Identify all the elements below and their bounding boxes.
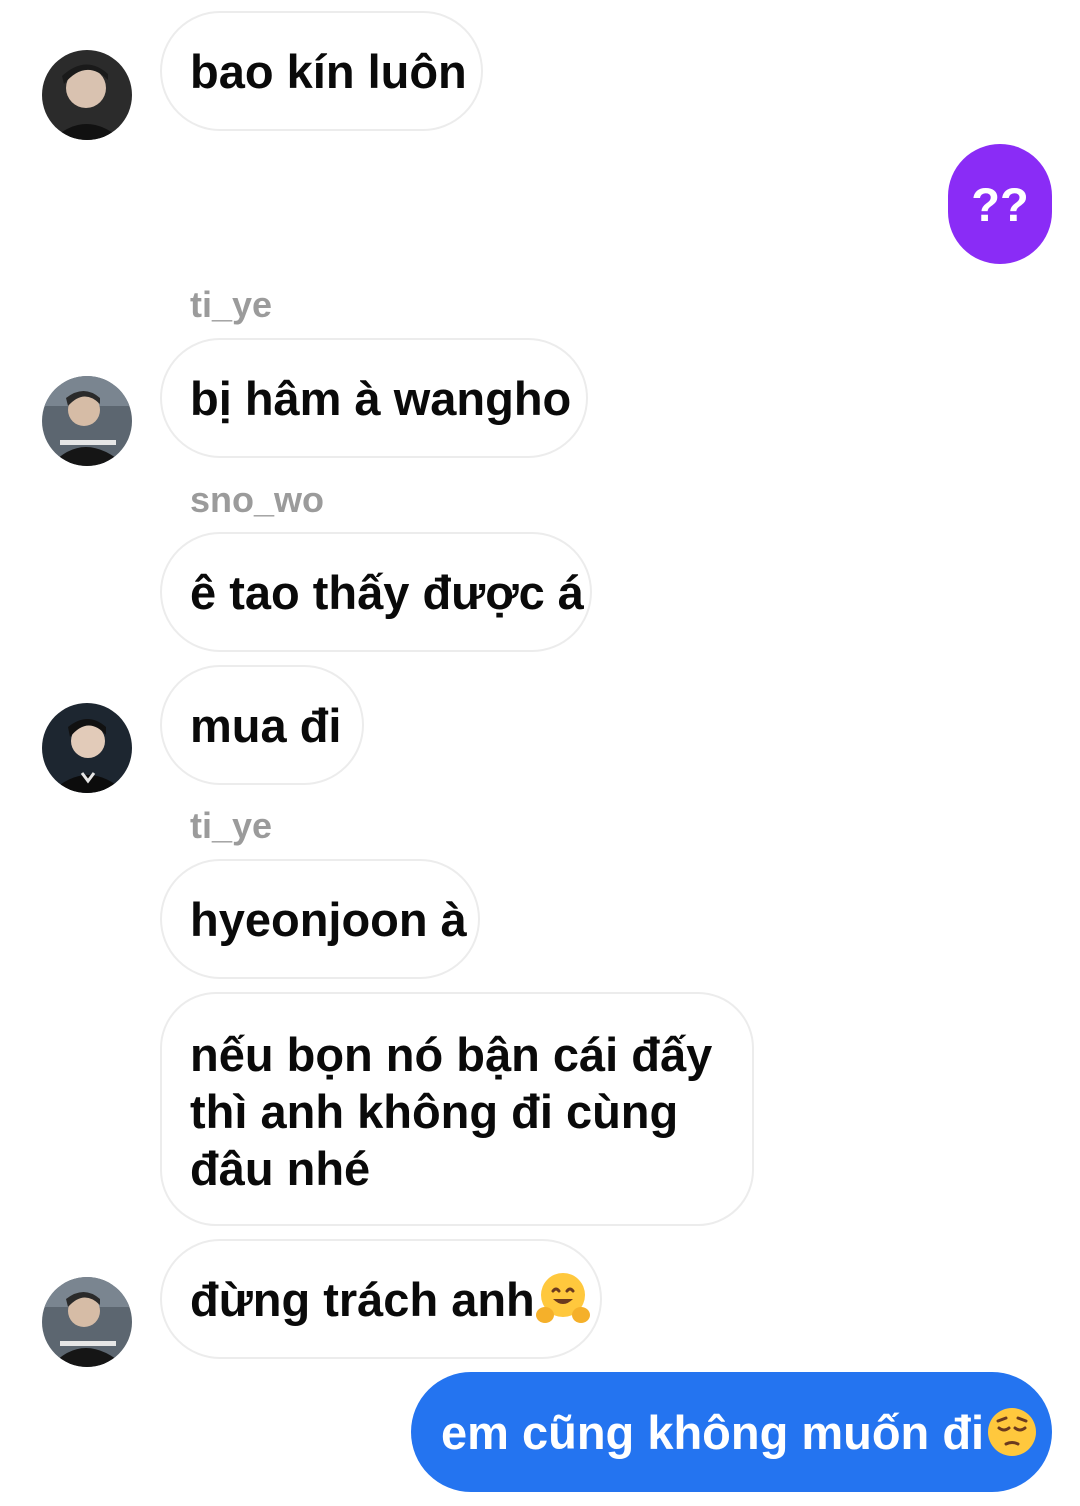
avatar[interactable] — [42, 376, 132, 466]
message-bubble[interactable]: hyeonjoon à — [160, 859, 480, 979]
message-text: bao kín luôn — [190, 44, 467, 98]
outgoing-message-bubble[interactable]: em cũng không muốn đi — [411, 1372, 1052, 1492]
message-text: hyeonjoon à — [190, 892, 467, 946]
sender-name: ti_ye — [190, 805, 273, 846]
message-line: đâu nhé — [190, 1142, 371, 1195]
message-line: nếu bọn nó bận cái đấy — [190, 1028, 713, 1081]
message-text: đừng trách anh — [190, 1272, 535, 1326]
message-text: nếu bọn nó bận cái đấy thì anh không đi … — [190, 1026, 712, 1197]
avatar[interactable] — [42, 1277, 132, 1367]
sender-name: sno_wo — [190, 479, 325, 520]
message-text: em cũng không muốn đi — [441, 1405, 985, 1459]
message-text: ê tao thấy được á — [190, 565, 584, 619]
sender-name: ti_ye — [190, 284, 273, 325]
avatar[interactable] — [42, 703, 132, 793]
message-text: ?? — [971, 177, 1029, 231]
message-bubble[interactable]: bị hâm à wangho — [160, 338, 588, 458]
hugging-face-emoji — [535, 1271, 591, 1327]
message-line: thì anh không đi cùng — [190, 1085, 679, 1138]
message-bubble[interactable]: mua đi — [160, 665, 364, 785]
message-bubble[interactable]: bao kín luôn — [160, 11, 483, 131]
outgoing-message-bubble[interactable]: ?? — [948, 144, 1052, 264]
message-text: bị hâm à wangho — [190, 371, 572, 425]
message-bubble[interactable]: ê tao thấy được á — [160, 532, 592, 652]
message-bubble[interactable]: nếu bọn nó bận cái đấy thì anh không đi … — [160, 992, 754, 1226]
pensive-face-emoji — [984, 1404, 1040, 1460]
message-text: mua đi — [190, 698, 342, 752]
avatar[interactable] — [42, 50, 132, 140]
message-bubble[interactable]: đừng trách anh — [160, 1239, 602, 1359]
